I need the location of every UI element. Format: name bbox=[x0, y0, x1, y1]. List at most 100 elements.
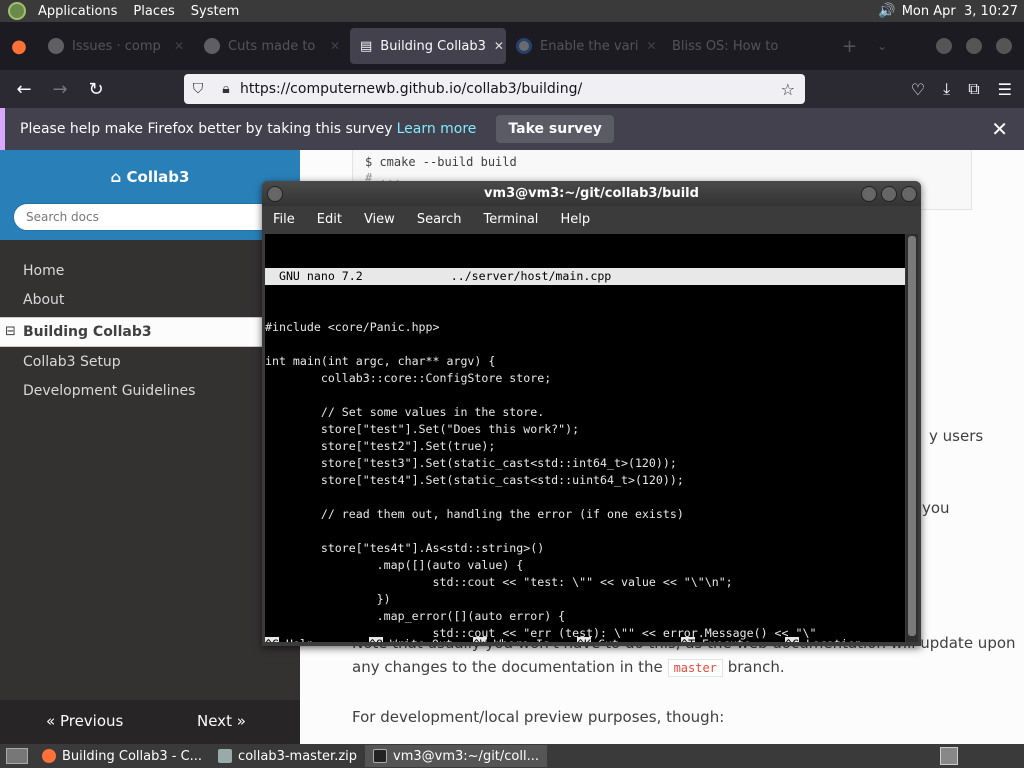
url-bar[interactable]: ⛉ 🔒︎ https://computernewb.github.io/coll… bbox=[184, 74, 805, 104]
menu-edit[interactable]: Edit bbox=[306, 212, 353, 227]
brand-link[interactable]: ⌂ Collab3 bbox=[0, 168, 300, 186]
app-menu-icon[interactable]: ☰ bbox=[998, 80, 1012, 99]
shortcut-key: ^K bbox=[577, 637, 591, 642]
collapse-icon[interactable]: ⊟ bbox=[5, 324, 16, 339]
sidebar-item-collab3-setup[interactable]: Collab3 Setup bbox=[0, 348, 300, 378]
shortcut-label: Cut bbox=[598, 637, 619, 642]
close-tab-icon[interactable]: ✕ bbox=[174, 39, 184, 53]
editor-line: store["test2"].Set(true); bbox=[265, 439, 496, 453]
top-panel: Applications Places System 🔊 Mon Apr 3, … bbox=[0, 0, 1024, 22]
terminal-menubar: File Edit View Search Terminal Help bbox=[262, 206, 921, 232]
editor-line: // read them out, handling the error (if… bbox=[265, 507, 684, 521]
lock-icon[interactable]: 🔒︎ bbox=[212, 81, 240, 97]
editor-line: collab3::core::ConfigStore store; bbox=[265, 371, 552, 385]
learn-more-link[interactable]: Learn more bbox=[397, 121, 477, 137]
tab-cuts[interactable]: Cuts made to ✕ bbox=[194, 28, 350, 64]
terminal-scrollbar[interactable] bbox=[906, 234, 918, 642]
firefox-icon bbox=[42, 749, 56, 763]
brand-label: Collab3 bbox=[126, 168, 190, 186]
text-fragment: y users bbox=[929, 427, 984, 445]
shortcut-key: ^G bbox=[265, 637, 279, 642]
list-tabs-icon[interactable]: ⌄ bbox=[867, 39, 897, 53]
menu-terminal[interactable]: Terminal bbox=[472, 212, 549, 227]
maximize-icon[interactable] bbox=[966, 38, 982, 54]
window-menu-icon[interactable] bbox=[267, 186, 283, 202]
editor-line: store["test"].Set("Does this work?"); bbox=[265, 422, 580, 436]
new-tab-icon[interactable]: + bbox=[832, 36, 867, 57]
github-icon bbox=[48, 38, 64, 54]
close-window-icon[interactable] bbox=[996, 38, 1012, 54]
shortcut-item: ^K Cut bbox=[577, 636, 681, 642]
pocket-icon[interactable]: ♡ bbox=[911, 80, 925, 99]
docs-sidebar: ⌂ Collab3 Search docs Home About ⊟ Build… bbox=[0, 150, 300, 744]
system-menu[interactable]: System bbox=[183, 4, 247, 19]
extensions-icon[interactable]: ⧉ bbox=[968, 79, 979, 99]
scrollbar-thumb[interactable] bbox=[908, 236, 916, 636]
firefox-menu-icon[interactable]: ● bbox=[0, 36, 38, 57]
sidebar-item-about[interactable]: About bbox=[0, 286, 300, 316]
tab-label: Enable the vari bbox=[540, 38, 639, 54]
tab-enable[interactable]: Enable the vari ✕ bbox=[506, 28, 662, 64]
survey-notification: Please help make Firefox better by takin… bbox=[0, 108, 1024, 150]
tab-strip: ● Issues · comp ✕ Cuts made to ✕ ▤ Build… bbox=[0, 22, 1024, 70]
distro-logo-icon[interactable] bbox=[8, 2, 26, 20]
downloads-icon[interactable]: ⤓ bbox=[943, 79, 950, 99]
taskbar-label: vm3@vm3:~/git/coll... bbox=[393, 748, 540, 764]
menu-file[interactable]: File bbox=[262, 212, 306, 227]
sidebar-item-home[interactable]: Home bbox=[0, 257, 300, 287]
menu-view[interactable]: View bbox=[353, 212, 406, 227]
maximize-icon[interactable] bbox=[881, 186, 897, 202]
forward-icon[interactable]: → bbox=[42, 79, 78, 100]
menu-help[interactable]: Help bbox=[549, 212, 601, 227]
editor-buffer[interactable]: #include <core/Panic.hpp> int main(int ar… bbox=[265, 319, 905, 642]
sidebar-item-building-collab3[interactable]: ⊟ Building Collab3 bbox=[0, 317, 300, 347]
terminal-window[interactable]: vm3@vm3:~/git/collab3/build File Edit Vi… bbox=[262, 181, 921, 646]
tab-building-collab3[interactable]: ▤ Building Collab3 ✕ bbox=[350, 28, 506, 64]
shortcut-key: ^O bbox=[369, 637, 383, 642]
close-tab-icon[interactable]: ✕ bbox=[494, 39, 504, 53]
terminal-screen[interactable]: GNU nano 7.2 ../server/host/main.cpp #inc… bbox=[265, 234, 905, 642]
bookmark-star-icon[interactable]: ☆ bbox=[781, 80, 805, 99]
sidebar-item-development-guidelines[interactable]: Development Guidelines bbox=[0, 377, 300, 407]
places-menu[interactable]: Places bbox=[125, 4, 182, 19]
editor-line: std::cout << "test: \"" << value << "\"\… bbox=[265, 575, 733, 589]
shield-icon[interactable]: ⛉ bbox=[184, 81, 212, 97]
editor-line: store["tes4t"].As<std::string>() bbox=[265, 541, 545, 555]
clock[interactable]: Mon Apr 3, 10:27 bbox=[902, 4, 1018, 19]
paragraph-text: branch. bbox=[727, 658, 785, 676]
taskbar-item-firefox[interactable]: Building Collab3 - C... bbox=[34, 745, 210, 767]
close-icon[interactable] bbox=[901, 186, 917, 202]
volume-icon[interactable]: 🔊 bbox=[878, 3, 895, 19]
taskbar-label: Building Collab3 - C... bbox=[62, 748, 203, 764]
taskbar-item-archive[interactable]: collab3-master.zip bbox=[210, 745, 365, 767]
show-desktop-icon[interactable] bbox=[6, 748, 28, 764]
terminal-title: vm3@vm3:~/git/collab3/build bbox=[484, 186, 699, 201]
editor-line: store["test4"].Set(static_cast<std::uint… bbox=[265, 473, 684, 487]
shortcut-item: ^W Where Is bbox=[473, 636, 577, 642]
book-icon: ▤ bbox=[360, 38, 373, 54]
next-link[interactable]: Next » bbox=[197, 712, 246, 730]
close-notification-icon[interactable]: ✕ bbox=[991, 117, 1024, 141]
shortcut-key: ^T bbox=[681, 637, 695, 642]
close-tab-icon[interactable]: ✕ bbox=[330, 39, 340, 53]
nano-version: GNU nano 7.2 bbox=[265, 269, 363, 283]
previous-link[interactable]: « Previous bbox=[46, 712, 123, 730]
tab-issues[interactable]: Issues · comp ✕ bbox=[38, 28, 194, 64]
back-icon[interactable]: ← bbox=[6, 79, 42, 100]
minimize-icon[interactable] bbox=[861, 186, 877, 202]
search-docs-input[interactable]: Search docs bbox=[13, 203, 287, 231]
taskbar-item-terminal[interactable]: vm3@vm3:~/git/coll... bbox=[365, 745, 548, 767]
shortcut-label: Where Is bbox=[494, 637, 550, 642]
editor-line: // Set some values in the store. bbox=[265, 405, 545, 419]
close-tab-icon[interactable]: ✕ bbox=[647, 39, 657, 53]
applications-menu[interactable]: Applications bbox=[30, 4, 125, 19]
reload-icon[interactable]: ↻ bbox=[78, 79, 114, 100]
url-text[interactable]: https://computernewb.github.io/collab3/b… bbox=[240, 81, 582, 97]
minimize-icon[interactable] bbox=[936, 38, 952, 54]
menu-search[interactable]: Search bbox=[406, 212, 473, 227]
tab-bliss[interactable]: Bliss OS: How to bbox=[662, 28, 832, 64]
terminal-titlebar[interactable]: vm3@vm3:~/git/collab3/build bbox=[262, 181, 921, 206]
trash-icon[interactable] bbox=[940, 747, 958, 765]
take-survey-button[interactable]: Take survey bbox=[496, 115, 614, 143]
